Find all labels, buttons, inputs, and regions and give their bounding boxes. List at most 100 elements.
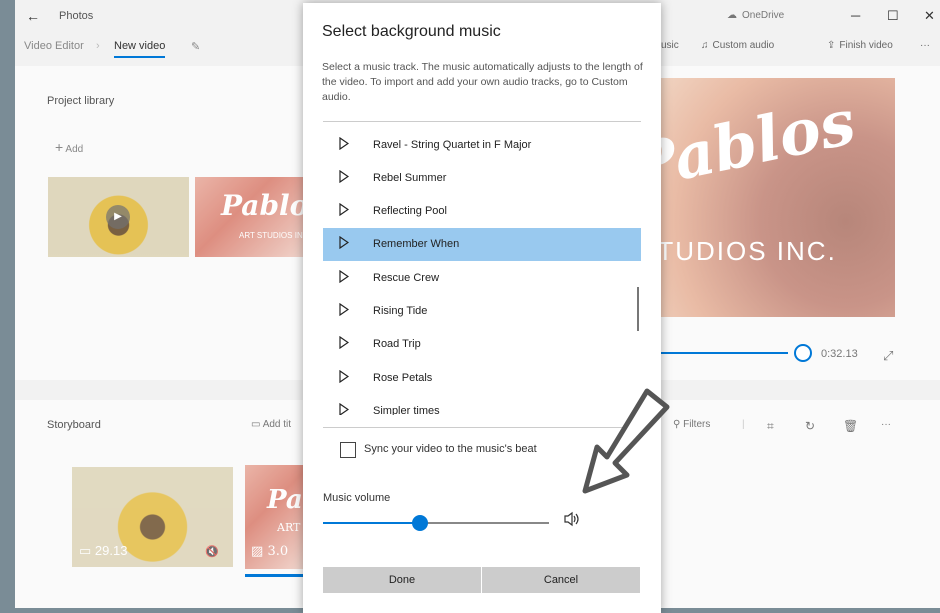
track-name: Rescue Crew [373,271,440,284]
play-preview-icon[interactable] [339,169,350,186]
library-thumbnail-sunflower[interactable]: ▶ [48,177,189,257]
rotate-icon[interactable]: ↻ [805,419,815,433]
clip-2-selected-indicator [245,574,305,577]
sync-beat-checkbox[interactable] [340,442,356,458]
done-button[interactable]: Done [323,567,481,593]
custom-audio-icon: ♫ [701,40,709,51]
clip-2-script-text: Pablos [267,485,305,515]
clip-1-duration-text: 29.13 [94,543,128,558]
volume-slider-fill [323,522,421,524]
image-clip-icon: ▨ [251,544,264,559]
maximize-button[interactable]: ☐ [887,8,899,24]
minimize-button[interactable]: ─ [851,8,860,23]
background-music-dialog: Select background music Select a music t… [303,3,661,613]
music-track-item[interactable]: Rescue Crew [323,261,641,294]
background-music-button[interactable]: usic [661,40,679,51]
playback-time: 0:32.13 [821,348,858,360]
add-title-card-label: Add tit [262,419,292,430]
filters-button[interactable]: ⚲ Filters [673,419,710,430]
breadcrumb-separator-icon: › [96,40,100,52]
video-clip-icon: ▭ [79,543,92,558]
play-preview-icon[interactable] [339,369,350,386]
thumbnail-studio-text: ART STUDIOS IN [239,231,303,240]
title-card-icon: ▭ [251,419,261,430]
close-button[interactable]: ✕ [924,8,935,24]
music-volume-label: Music volume [323,492,391,504]
breadcrumb-new-video[interactable]: New video [114,40,166,58]
delete-icon[interactable]: 🗑 [843,419,858,433]
track-list-scrollbar[interactable] [637,287,639,331]
custom-audio-label: Custom audio [712,40,775,51]
project-library-title: Project library [47,95,115,107]
storyboard-clip-2[interactable]: Pablos ART ▨ 3.0 [245,465,305,569]
clip-2-subtext: ART [277,521,301,534]
music-track-item[interactable]: Rising Tide [323,295,641,328]
play-preview-icon[interactable] [339,402,350,415]
add-label: Add [65,144,84,155]
track-name: Road Trip [373,338,421,351]
cancel-button[interactable]: Cancel [482,567,640,593]
play-preview-icon[interactable] [339,202,350,219]
track-name: Remember When [373,238,460,251]
sync-beat-label[interactable]: Sync your video to the music's beat [364,443,537,455]
track-name: Rebel Summer [373,171,447,184]
playback-progress-knob[interactable] [794,344,812,362]
more-options-button[interactable]: ··· [920,40,930,51]
dialog-description: Select a music track. The music automati… [322,61,643,103]
pencil-icon[interactable]: ✎ [191,40,200,53]
play-preview-icon[interactable] [339,136,350,153]
volume-speaker-icon[interactable] [563,511,581,532]
plus-icon: + [55,139,64,155]
play-preview-icon[interactable] [339,236,350,252]
app-title: Photos [59,10,94,22]
clip-1-duration: ▭ 29.13 [79,543,127,559]
track-name: Rose Petals [373,371,433,384]
resize-icon[interactable]: ⌗ [767,419,774,434]
music-track-item[interactable]: Rebel Summer [323,161,641,194]
annotation-arrow-icon [582,388,670,494]
thumbnail-script-text: Pablos [221,189,310,222]
track-name: Ravel - String Quartet in F Major [373,138,532,151]
music-track-item[interactable]: Road Trip [323,328,641,361]
clip-2-duration-text: 3.0 [267,544,289,559]
clip-2-duration: ▨ 3.0 [251,544,288,559]
finish-video-label: Finish video [839,40,893,51]
track-name: Simpler times [373,404,440,415]
play-preview-icon[interactable] [339,302,350,319]
play-icon: ▶ [106,205,130,229]
storyboard-title: Storyboard [47,419,101,431]
custom-audio-button[interactable]: ♫ Custom audio [701,40,774,51]
muted-speaker-icon[interactable]: 🔇 [205,545,219,558]
cloud-icon: ☁ [727,10,737,21]
playback-progress-track[interactable] [648,352,788,354]
music-track-list[interactable]: Ravel - String Quartet in F Major Rebel S… [323,121,641,415]
export-icon: ⇪ [827,40,836,51]
music-track-item[interactable]: Ravel - String Quartet in F Major [323,128,641,161]
preview-studio-text: STUDIOS INC. [648,236,837,266]
play-preview-icon[interactable] [339,269,350,286]
filters-label: Filters [683,419,711,430]
music-volume-slider[interactable] [323,515,549,531]
storyboard-more-button[interactable]: ··· [881,419,891,430]
background-music-label: usic [661,40,679,51]
onedrive-status[interactable]: ☁ OneDrive [727,10,784,21]
volume-slider-thumb[interactable] [412,515,429,531]
breadcrumb-video-editor[interactable]: Video Editor [24,40,84,52]
preview-script-text: Pablos [648,85,862,204]
fullscreen-icon[interactable]: ⤢ [883,348,893,364]
storyboard-clip-1[interactable]: ▭ 29.13 🔇 [72,467,233,567]
finish-video-button[interactable]: ⇪ Finish video [827,40,893,51]
toolbar-divider: | [742,419,745,430]
add-title-card-button[interactable]: ▭ Add tit [251,419,291,430]
music-track-item[interactable]: Remember When [323,227,641,261]
back-arrow-icon[interactable]: ← [15,8,51,24]
add-button[interactable]: + Add [55,139,83,155]
track-name: Rising Tide [373,305,428,317]
video-preview[interactable]: Pablos STUDIOS INC. [648,78,895,317]
track-name: Reflecting Pool [373,205,447,218]
play-preview-icon[interactable] [339,336,350,352]
onedrive-label: OneDrive [742,10,785,21]
library-thumbnail-pablos[interactable]: Pablos ART STUDIOS IN [195,177,310,257]
dialog-title: Select background music [322,23,501,40]
music-track-item[interactable]: Reflecting Pool [323,195,641,228]
